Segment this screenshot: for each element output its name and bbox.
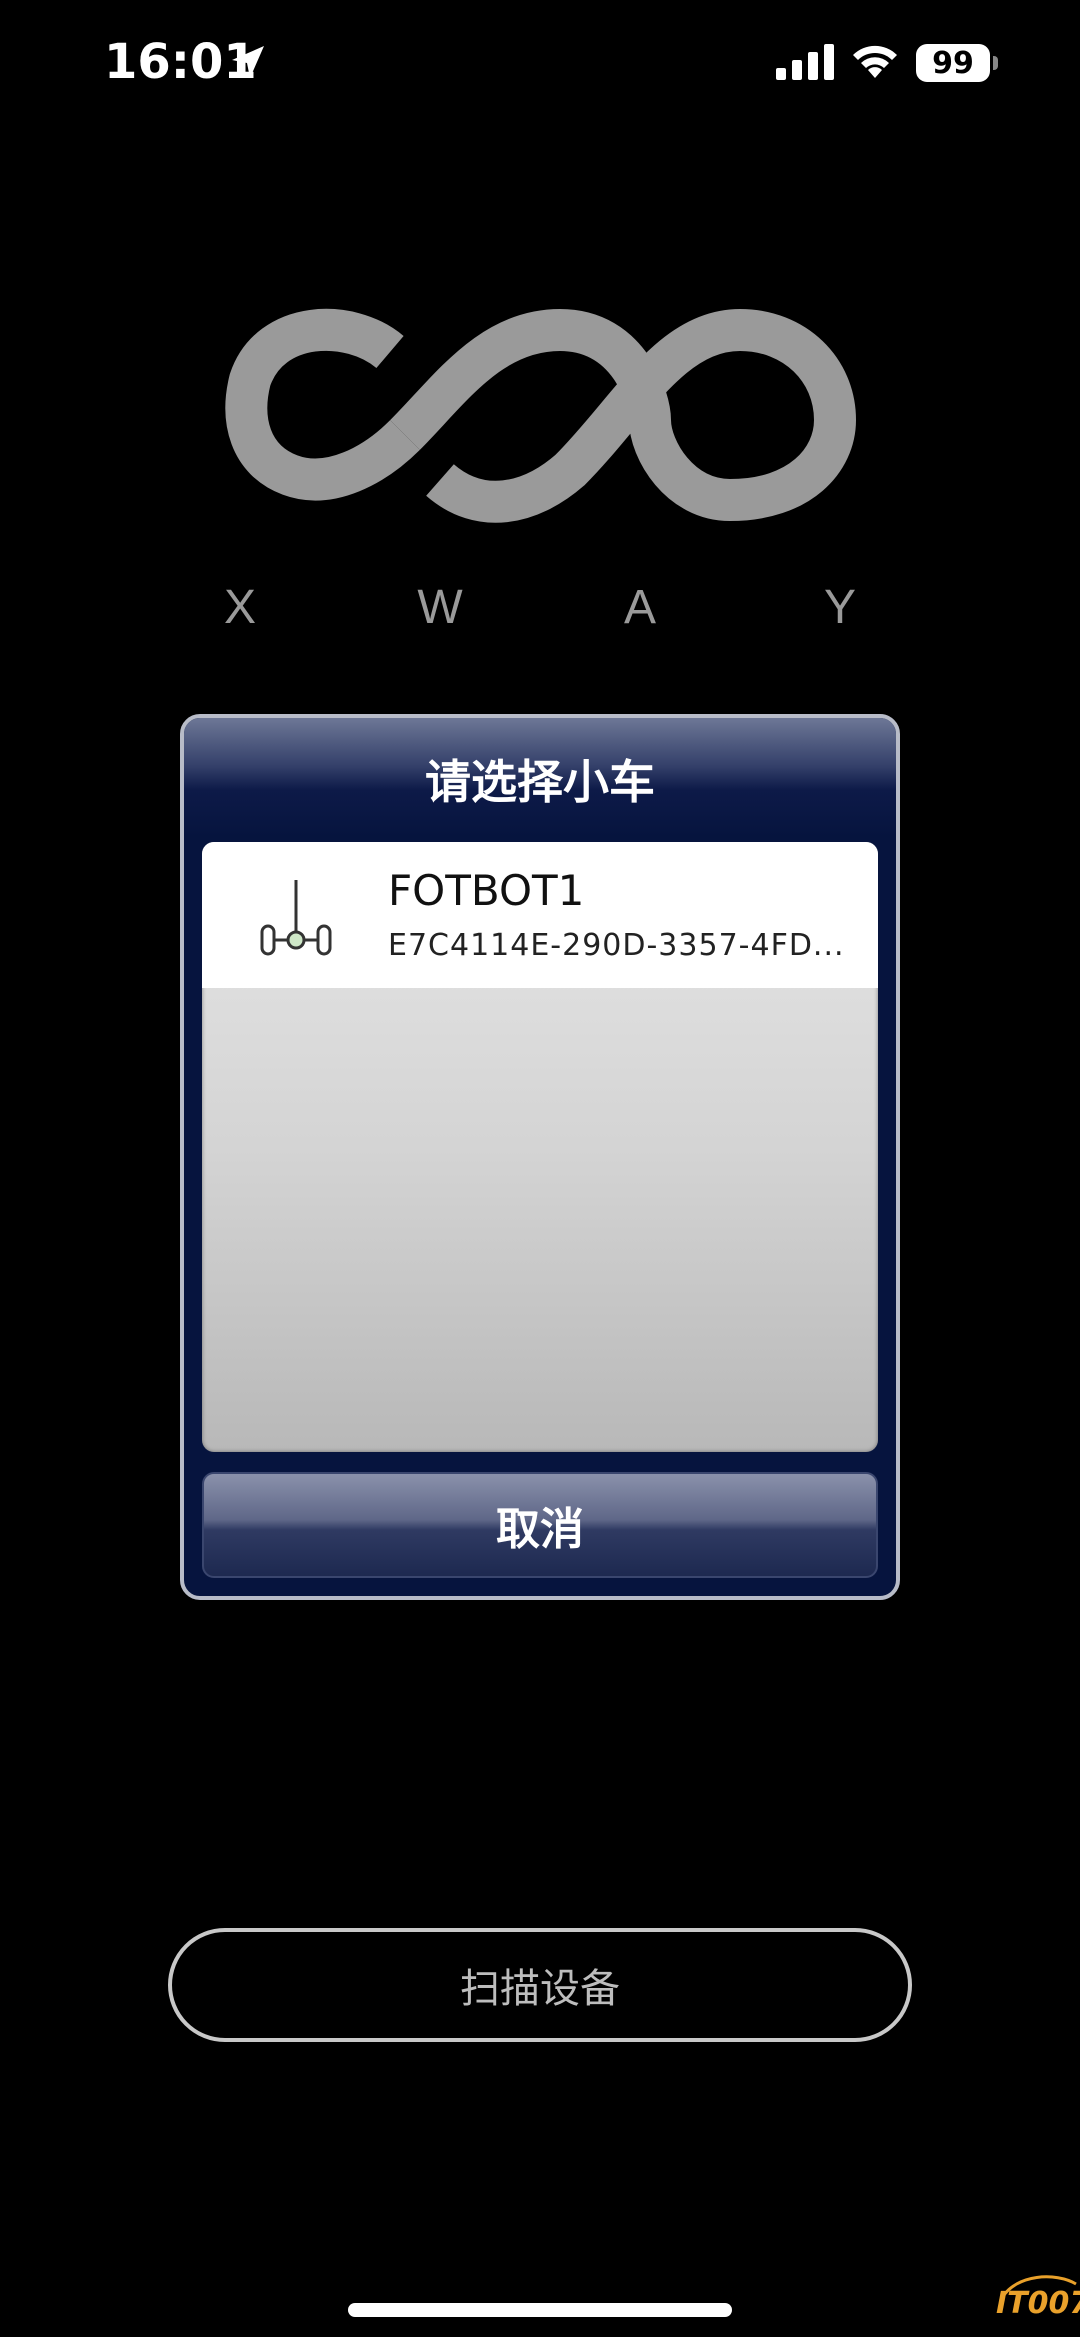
device-list[interactable]: FOTBOT1 E7C4114E-290D-3357-4FD... <box>202 842 878 1452</box>
logo-letter: Y <box>823 581 856 634</box>
logo-letter: W <box>417 581 463 634</box>
battery-cap <box>993 56 998 70</box>
cancel-button[interactable]: 取消 <box>202 1472 878 1578</box>
logo-wordmark: X W A Y <box>210 580 870 635</box>
battery-icon: 99 <box>916 44 1000 82</box>
logo-letter: X <box>223 581 256 634</box>
location-arrow-icon <box>232 46 264 78</box>
xway-logo-icon <box>225 308 857 523</box>
battery-level: 99 <box>916 44 990 82</box>
home-indicator[interactable] <box>348 2303 732 2317</box>
device-name: FOTBOT1 <box>388 866 585 915</box>
device-select-dialog: 请选择小车 FOTBOT1 E7C4114E-290D-3357-4FD... … <box>180 714 900 1600</box>
dialog-title: 请选择小车 <box>425 755 655 809</box>
scan-devices-button[interactable]: 扫描设备 <box>168 1928 912 2042</box>
device-list-item[interactable]: FOTBOT1 E7C4114E-290D-3357-4FD... <box>202 842 878 988</box>
device-uuid: E7C4114E-290D-3357-4FD... <box>388 928 845 963</box>
watermark: IT007 <box>996 2270 1080 2337</box>
status-bar: 16:01 99 <box>0 0 1080 130</box>
robot-car-icon <box>260 880 332 956</box>
logo-letter: A <box>623 581 656 634</box>
wifi-icon <box>853 45 897 78</box>
cellular-signal-icon <box>776 44 834 80</box>
watermark-text: IT007 <box>996 2286 1080 2321</box>
